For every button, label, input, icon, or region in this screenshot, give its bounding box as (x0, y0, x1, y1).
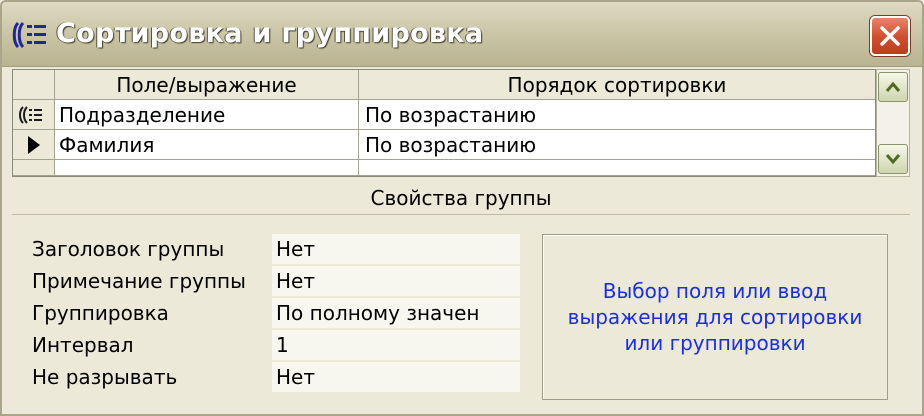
window-title: Сортировка и группировка (56, 18, 484, 49)
row-selector[interactable] (13, 130, 55, 160)
row-selector[interactable] (13, 100, 55, 130)
property-row: Примечание группы Нет (32, 265, 522, 297)
column-header-field: Поле/выражение (55, 70, 359, 100)
property-row: Не разрывать Нет (32, 361, 522, 393)
property-value[interactable]: 1 (272, 330, 520, 360)
property-value[interactable]: Нет (272, 234, 520, 264)
field-value: Фамилия (59, 133, 155, 157)
sort-group-grid: Поле/выражение Порядок сортировки Подраз… (12, 69, 876, 177)
sorting-grouping-dialog: Сортировка и группировка Поле/выражение … (0, 0, 924, 416)
table-row (13, 160, 875, 176)
title-bar[interactable]: Сортировка и группировка (2, 2, 922, 67)
column-header-order: Порядок сортировки (359, 70, 875, 100)
group-properties-list: Заголовок группы Нет Примечание группы Н… (32, 233, 522, 403)
hint-text: Выбор поля или ввод выражения для сортир… (567, 279, 863, 355)
field-cell[interactable]: Подразделение (55, 100, 359, 130)
grid-scrollbar[interactable] (876, 69, 910, 177)
chevron-up-icon (885, 81, 901, 92)
grouping-icon (19, 106, 42, 124)
property-row: Интервал 1 (32, 329, 522, 361)
row-selector[interactable] (13, 160, 55, 176)
table-row: Фамилия По возрастанию (13, 130, 875, 160)
property-label: Не разрывать (32, 365, 178, 389)
chevron-down-icon (885, 154, 901, 165)
field-cell[interactable]: Фамилия (55, 130, 359, 160)
hint-panel: Выбор поля или ввод выражения для сортир… (542, 234, 888, 400)
order-cell[interactable]: По возрастанию (359, 100, 875, 130)
order-cell[interactable]: По возрастанию (359, 130, 875, 160)
property-label: Примечание группы (32, 269, 246, 293)
property-value[interactable]: По полному значен (272, 298, 520, 328)
property-label: Интервал (32, 333, 134, 357)
grid-header-row: Поле/выражение Порядок сортировки (13, 70, 875, 100)
group-properties-title: Свойства группы (12, 182, 910, 215)
order-cell[interactable] (359, 160, 875, 176)
property-row: Заголовок группы Нет (32, 233, 522, 265)
scroll-down-button[interactable] (878, 144, 908, 174)
property-label: Группировка (32, 301, 169, 325)
property-value[interactable]: Нет (272, 266, 520, 296)
grid-corner[interactable] (13, 70, 55, 100)
field-cell[interactable] (55, 160, 359, 176)
close-icon (880, 26, 900, 46)
property-row: Группировка По полному значен (32, 297, 522, 329)
close-button[interactable] (870, 16, 910, 56)
current-row-arrow-icon (28, 136, 40, 154)
scroll-up-button[interactable] (878, 72, 908, 102)
property-value[interactable]: Нет (272, 362, 520, 392)
property-label: Заголовок группы (32, 237, 225, 261)
sorting-grouping-icon (12, 20, 48, 50)
table-row: Подразделение По возрастанию (13, 100, 875, 130)
